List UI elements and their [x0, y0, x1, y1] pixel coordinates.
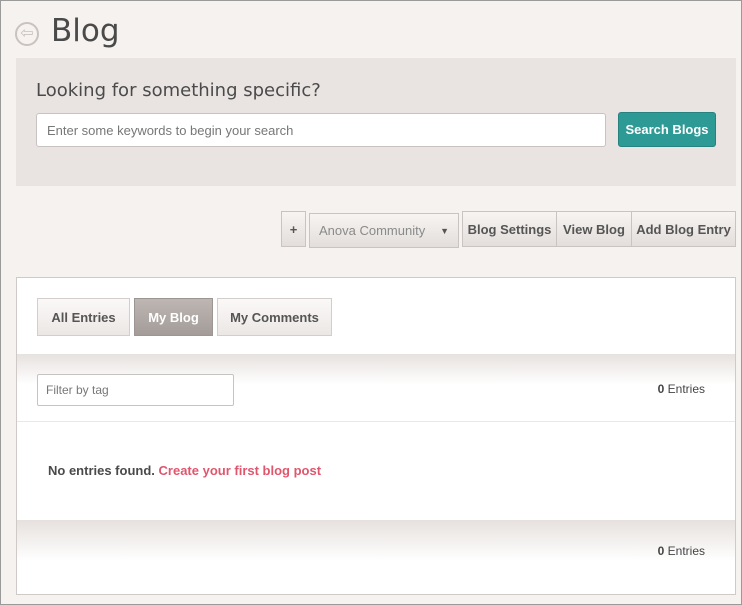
entries-count-footer: 0 Entries [658, 544, 705, 558]
caret-down-icon: ▼ [440, 225, 449, 236]
create-first-post-link[interactable]: Create your first blog post [159, 463, 322, 478]
entries-count-number: 0 [657, 382, 665, 396]
entries-footer: 0 Entries [17, 520, 735, 594]
search-input[interactable] [36, 113, 606, 147]
empty-state-message: No entries found. Create your first blog… [48, 463, 321, 478]
add-plus-button[interactable]: + [281, 211, 306, 247]
community-select-value: Anova Community [319, 223, 426, 238]
add-blog-entry-button[interactable]: Add Blog Entry [631, 211, 736, 247]
blog-settings-button[interactable]: Blog Settings [462, 211, 557, 247]
search-panel: Looking for something specific? Search B… [16, 58, 736, 186]
page-title: Blog [51, 13, 120, 49]
entries-count-number-footer: 0 [657, 544, 665, 558]
tab-my-comments[interactable]: My Comments [217, 298, 332, 336]
tab-my-blog[interactable]: My Blog [134, 298, 213, 336]
no-entries-text: No entries found. [48, 463, 155, 478]
tab-all-entries[interactable]: All Entries [37, 298, 130, 336]
entries-count: 0 Entries [658, 382, 705, 396]
view-blog-button[interactable]: View Blog [556, 211, 632, 247]
tag-filter-input[interactable] [37, 374, 234, 406]
entries-toolbar: 0 Entries [17, 354, 735, 422]
entries-count-label-footer: Entries [667, 544, 705, 558]
search-heading: Looking for something specific? [36, 80, 321, 101]
community-select[interactable]: Anova Community ▼ [309, 213, 459, 248]
entries-count-label: Entries [667, 382, 705, 396]
back-arrow-icon[interactable]: ⇦ [15, 22, 39, 46]
blog-content-card: All Entries My Blog My Comments 0 Entrie… [16, 277, 736, 595]
search-blogs-button[interactable]: Search Blogs [618, 112, 716, 147]
